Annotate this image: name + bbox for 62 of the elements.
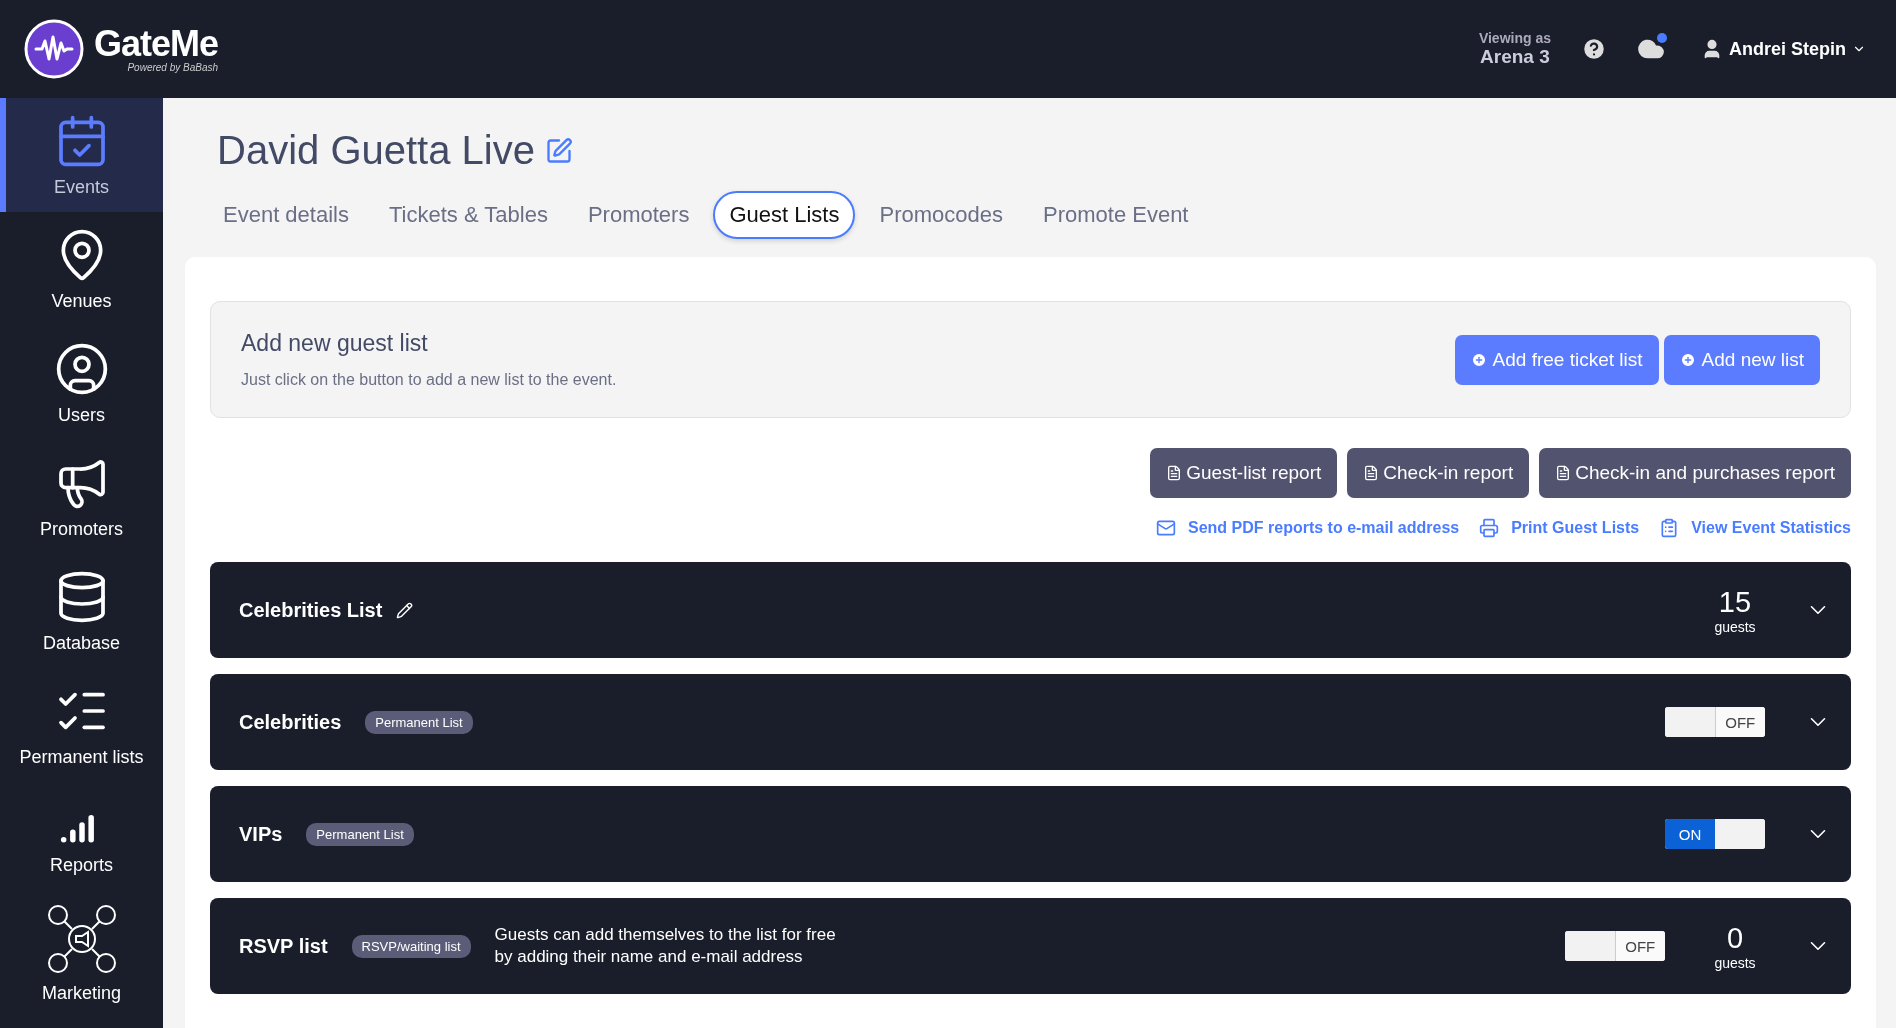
document-icon	[1555, 465, 1572, 481]
sidebar-item[interactable]: Marketing	[0, 896, 163, 1010]
list-name: Celebrities List	[239, 598, 383, 622]
clipboard-icon	[1659, 518, 1680, 538]
sidebar-item[interactable]: Database	[0, 554, 163, 668]
list-name: VIPs	[239, 822, 283, 846]
edit-icon[interactable]	[544, 136, 573, 165]
sidebar-item[interactable]: Users	[0, 326, 163, 440]
guest-list-row[interactable]: RSVP list RSVP/waiting list Guests can add themselves to the list for free by adding their name and e-mail address OFF 0 guests	[210, 898, 1851, 994]
report-link[interactable]: View Event Statistics	[1659, 518, 1851, 538]
tab[interactable]: Promote Event	[1026, 191, 1205, 239]
plus-icon	[1679, 351, 1696, 368]
document-icon	[1166, 465, 1183, 481]
guest-count-label: guests	[1714, 954, 1756, 971]
help-icon[interactable]	[1581, 36, 1607, 62]
list-tag: Permanent List	[306, 822, 414, 846]
guest-count: 15	[1718, 585, 1752, 619]
report-link[interactable]: Send PDF reports to e-mail address	[1156, 518, 1460, 538]
brand-name: GateMe	[94, 25, 219, 62]
list-description: Guests can add themselves to the list for free by adding their name and e-mail address	[494, 923, 836, 968]
list-tag: Permanent List	[365, 710, 473, 734]
report-button[interactable]: Check-in and purchases report	[1539, 448, 1851, 498]
plus-icon	[1470, 351, 1487, 368]
mail-icon	[1156, 518, 1176, 538]
list-name: Celebrities	[239, 710, 342, 734]
tab[interactable]: Event details	[207, 191, 365, 239]
logo-icon	[24, 19, 84, 79]
guest-list-row[interactable]: Celebrities Permanent List OFF	[210, 674, 1851, 770]
report-button[interactable]: Guest-list report	[1150, 448, 1338, 498]
sidebar-item[interactable]: Reports	[0, 782, 163, 896]
sidebar-item[interactable]: Events	[0, 98, 163, 212]
document-icon	[1363, 465, 1380, 481]
tab[interactable]: Promoters	[571, 191, 706, 239]
guest-list-row[interactable]: Celebrities List 15 guests	[210, 562, 1851, 658]
sidebar-item[interactable]: Promoters	[0, 440, 163, 554]
guest-count: 0	[1726, 921, 1744, 955]
on-off-switch[interactable]: OFF	[1665, 707, 1765, 737]
printer-icon	[1479, 518, 1500, 538]
viewing-label: Viewing as	[1478, 30, 1551, 46]
event-title: David Guetta Live	[217, 128, 535, 173]
tab[interactable]: Guest Lists	[713, 191, 856, 239]
tab[interactable]: Promocodes	[863, 191, 1019, 239]
guest-list-row[interactable]: VIPs Permanent List ON	[210, 786, 1851, 882]
list-name: RSVP list	[239, 934, 328, 958]
brand-tagline: Powered by BaBash	[127, 61, 219, 73]
on-off-switch[interactable]: OFF	[1565, 931, 1665, 961]
viewing-value: Arena 3	[1480, 46, 1550, 68]
list-tag: RSVP/waiting list	[351, 934, 471, 958]
tab[interactable]: Tickets & Tables	[372, 191, 564, 239]
on-off-switch[interactable]: ON	[1665, 819, 1765, 849]
pencil-icon[interactable]	[396, 601, 414, 619]
panel-hint: Just click on the button to add a new list to the event.	[241, 371, 617, 389]
panel-title: Add new guest list	[241, 330, 429, 357]
add-button[interactable]: Add new list	[1663, 334, 1820, 385]
user-menu[interactable]: Andrei Stepin	[1695, 37, 1872, 61]
sidebar-item[interactable]: Venues	[0, 212, 163, 326]
guest-count-label: guests	[1714, 618, 1756, 635]
add-button[interactable]: Add free ticket list	[1454, 334, 1659, 385]
sidebar-item[interactable]: Permanent lists	[0, 668, 163, 782]
report-link[interactable]: Print Guest Lists	[1479, 518, 1640, 538]
report-button[interactable]: Check-in report	[1347, 448, 1530, 498]
social-network-icon	[45, 902, 118, 975]
